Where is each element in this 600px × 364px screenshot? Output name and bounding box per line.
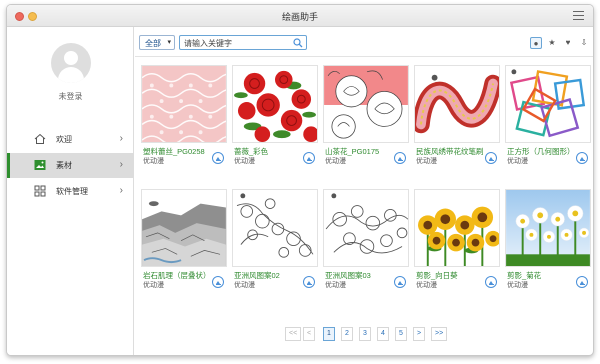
material-card[interactable]: 亚洲风图案03 优动漫 — [323, 189, 409, 289]
sidebar: 未登录 欢迎 › 素材 › 软件管理 › — [7, 27, 134, 355]
material-thumbnail[interactable] — [232, 189, 318, 267]
material-author: 优动漫 — [143, 158, 164, 165]
material-card[interactable]: 剪影_向日葵 优动漫 — [414, 189, 500, 289]
filter-all-button[interactable]: ● — [530, 37, 542, 49]
sidebar-item-materials[interactable]: 素材 › — [7, 153, 134, 178]
title-bar: 绘画助手 — [7, 5, 593, 27]
sidebar-item-welcome[interactable]: 欢迎 › — [7, 127, 134, 152]
download-icon[interactable] — [576, 276, 588, 288]
main-panel: 全部 ▾ 请输入关键字 ● ★ ♥ ⇩ 塑料蕾丝_PG0258 优动漫 蔷薇_彩… — [135, 27, 593, 355]
home-icon — [34, 133, 46, 144]
material-thumbnail[interactable] — [323, 189, 409, 267]
category-label: 全部 — [145, 39, 161, 48]
material-author: 优动漫 — [143, 282, 164, 289]
material-card[interactable]: 山茶花_PG0175 优动漫 — [323, 65, 409, 165]
prev-page-button[interactable]: < — [303, 327, 316, 341]
chevron-down-icon: ▾ — [167, 39, 171, 46]
page-button[interactable]: 1 — [323, 327, 335, 341]
material-author: 优动漫 — [234, 158, 255, 165]
download-icon[interactable] — [212, 276, 224, 288]
filter-downloaded-button[interactable]: ⇩ — [578, 37, 590, 49]
material-card[interactable]: 剪影_菊花 优动漫 — [505, 189, 591, 289]
material-author: 优动漫 — [234, 282, 255, 289]
sidebar-item-software-management[interactable]: 软件管理 › — [7, 179, 134, 204]
asian-pattern-02-thumbnail — [233, 190, 317, 266]
last-page-button[interactable]: >> — [431, 327, 448, 341]
material-card[interactable]: 正方形（几何图形） 优动漫 — [505, 65, 591, 165]
material-thumbnail[interactable] — [505, 189, 591, 267]
page-button[interactable]: 2 — [341, 327, 353, 341]
material-card[interactable]: 民族风绣带花纹笔刷 优动漫 — [414, 65, 500, 165]
chevron-right-icon: › — [119, 159, 123, 170]
material-thumbnail[interactable] — [141, 189, 227, 267]
download-icon[interactable] — [394, 152, 406, 164]
material-thumbnail[interactable] — [232, 65, 318, 143]
material-author: 优动漫 — [507, 158, 528, 165]
download-icon[interactable] — [212, 152, 224, 164]
sidebar-item-label: 素材 — [56, 161, 72, 170]
chrysanthemum-thumbnail — [506, 190, 590, 266]
filter-favorite-button[interactable]: ★ — [546, 37, 558, 49]
material-thumbnail[interactable] — [505, 65, 591, 143]
menu-icon[interactable] — [573, 11, 584, 21]
material-card[interactable]: 蔷薇_彩色 优动漫 — [232, 65, 318, 165]
page-button[interactable]: 5 — [395, 327, 407, 341]
next-page-button[interactable]: > — [413, 327, 426, 341]
rock-texture-thumbnail — [142, 190, 226, 266]
download-icon[interactable] — [485, 152, 497, 164]
download-icon[interactable] — [303, 276, 315, 288]
material-thumbnail[interactable] — [323, 65, 409, 143]
rose-thumbnail — [233, 66, 317, 142]
download-icon[interactable] — [576, 152, 588, 164]
material-author: 优动漫 — [325, 282, 346, 289]
toolbar: 全部 ▾ 请输入关键字 ● ★ ♥ ⇩ — [135, 27, 593, 57]
star-icon: ★ — [548, 38, 556, 47]
grid-icon — [34, 185, 46, 197]
chevron-right-icon: › — [119, 133, 123, 144]
camellia-thumbnail — [324, 66, 408, 142]
asian-pattern-03-thumbnail — [324, 190, 408, 266]
download-icon[interactable] — [303, 152, 315, 164]
download-icon[interactable] — [485, 276, 497, 288]
material-card[interactable]: 岩石肌理（层叠状） 优动漫 — [141, 189, 227, 289]
image-icon — [34, 160, 46, 170]
sidebar-item-label: 欢迎 — [56, 135, 72, 144]
material-author: 优动漫 — [416, 282, 437, 289]
filter-liked-button[interactable]: ♥ — [562, 37, 574, 49]
category-dropdown[interactable]: 全部 ▾ — [139, 35, 175, 50]
material-thumbnail[interactable] — [141, 65, 227, 143]
heart-icon: ♥ — [565, 38, 571, 47]
material-card[interactable]: 亚洲风图案02 优动漫 — [232, 189, 318, 289]
download-icon[interactable] — [394, 276, 406, 288]
window-title: 绘画助手 — [281, 12, 318, 22]
login-status[interactable]: 未登录 — [7, 91, 134, 102]
sidebar-item-label: 软件管理 — [56, 187, 88, 196]
material-author: 优动漫 — [325, 158, 346, 165]
chevron-right-icon: › — [119, 185, 123, 196]
download-tray-icon: ⇩ — [580, 38, 588, 47]
sunflower-thumbnail — [415, 190, 499, 266]
first-page-button[interactable]: << — [285, 327, 302, 341]
material-author: 优动漫 — [507, 282, 528, 289]
material-card[interactable]: 塑料蕾丝_PG0258 优动漫 — [141, 65, 227, 165]
ethnic-ribbon-thumbnail — [415, 66, 499, 142]
search-placeholder: 请输入关键字 — [184, 39, 232, 48]
page-button[interactable]: 4 — [377, 327, 389, 341]
material-thumbnail[interactable] — [414, 65, 500, 143]
geometric-squares-thumbnail — [506, 66, 590, 142]
search-icon[interactable] — [293, 38, 303, 48]
page-button[interactable]: 3 — [359, 327, 371, 341]
app-window: 绘画助手 未登录 欢迎 › 素材 › 软件管理 › 全部 ▾ 请输入关键字 ● … — [6, 4, 594, 356]
lace-pattern-thumbnail — [142, 66, 226, 142]
circle-filter-icon: ● — [533, 39, 539, 48]
material-author: 优动漫 — [416, 158, 437, 165]
avatar[interactable] — [51, 43, 91, 83]
material-thumbnail[interactable] — [414, 189, 500, 267]
search-input[interactable]: 请输入关键字 — [179, 35, 307, 50]
